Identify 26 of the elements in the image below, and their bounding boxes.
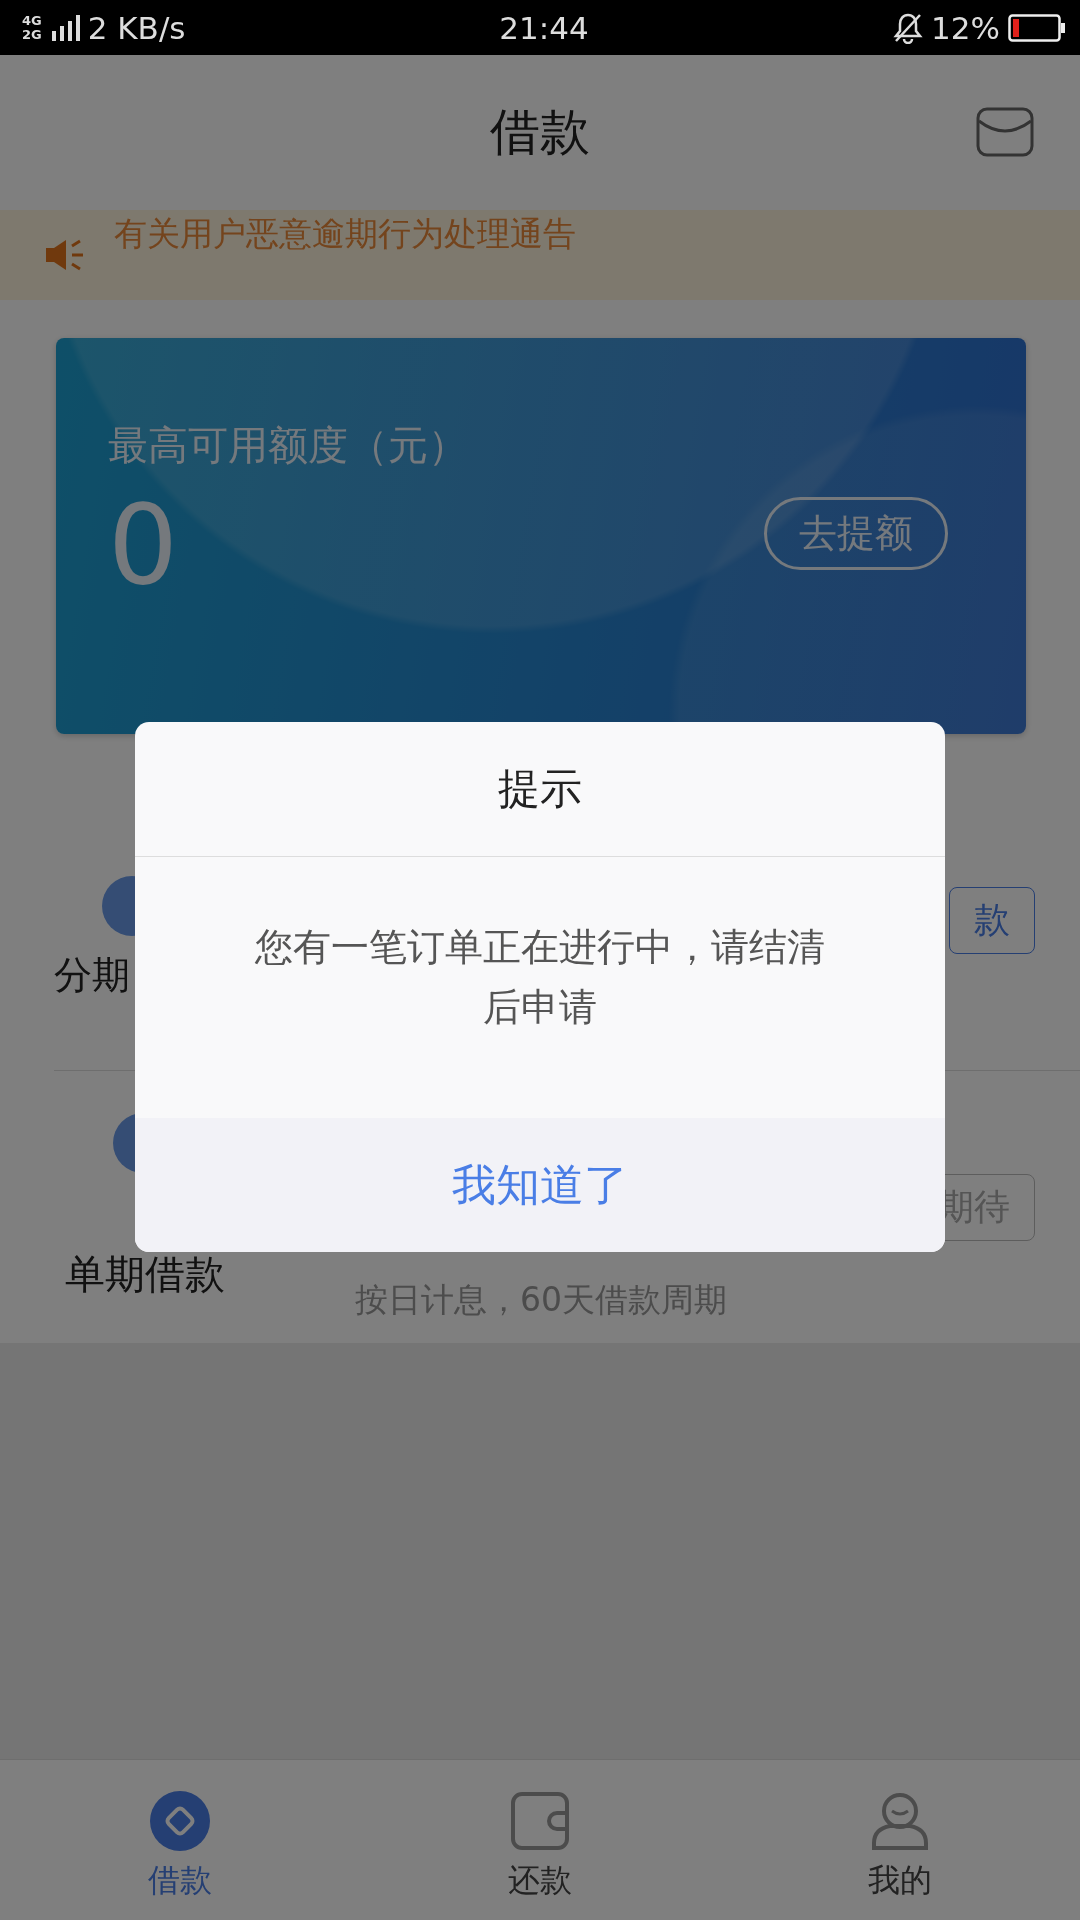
raise-limit-button[interactable]: 去提额 xyxy=(764,496,948,570)
person-icon xyxy=(870,1791,930,1851)
clock: 21:44 xyxy=(499,9,589,46)
product-title: 分期 xyxy=(54,951,131,999)
battery-icon xyxy=(1008,13,1066,42)
nav-tab[interactable]: 还款 xyxy=(440,1760,640,1920)
network-label: 4G xyxy=(22,13,42,28)
network-label: 2G xyxy=(22,27,42,42)
credit-amount: 0 xyxy=(108,485,178,605)
product-title: 单期借款 xyxy=(65,1249,226,1299)
bell-muted-icon xyxy=(893,11,924,44)
envelope-icon xyxy=(976,107,1034,157)
speaker-icon xyxy=(44,237,86,273)
signal-icon xyxy=(49,12,80,43)
dialog-title: 提示 xyxy=(135,722,945,857)
battery-percent: 12% xyxy=(931,9,1000,46)
notice-text: 有关用户恶意逾期行为处理通告 xyxy=(114,213,576,255)
wallet-icon xyxy=(510,1791,570,1851)
network-speed: 2 KB/s xyxy=(87,9,186,46)
confirm-button[interactable]: 我知道了 xyxy=(135,1118,945,1252)
credit-label: 最高可用额度（元） xyxy=(108,421,469,470)
borrow-button[interactable]: 款 xyxy=(949,886,1035,954)
nav-tab[interactable]: 借款 xyxy=(80,1760,280,1920)
nav-tab[interactable]: 我的 xyxy=(800,1760,1000,1920)
page-title: 借款 xyxy=(490,102,590,163)
dialog-message: 您有一笔订单正在进行中，请结清后申请 xyxy=(254,924,826,1031)
